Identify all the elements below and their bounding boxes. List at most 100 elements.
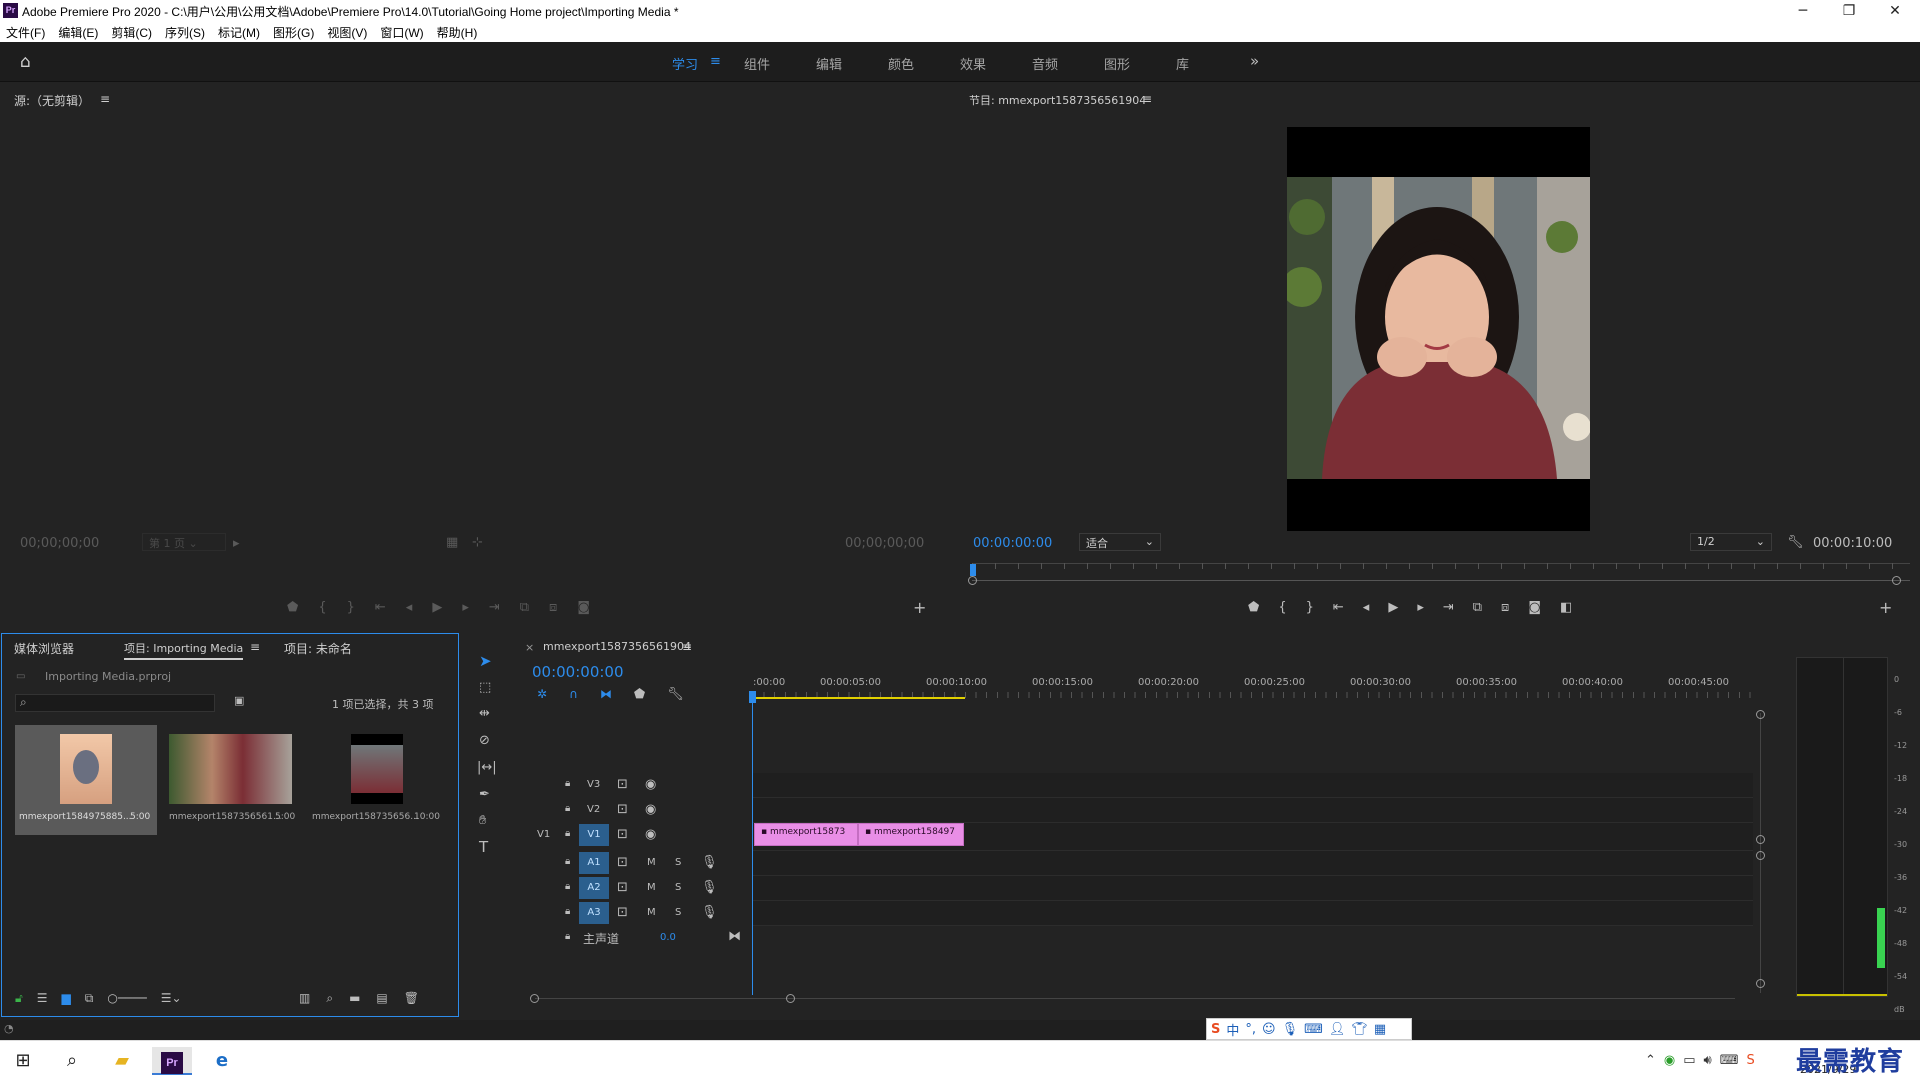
razor-tool-icon[interactable]: ⊘ [479,733,490,748]
sync-lock-icon[interactable]: ⊡ [617,855,628,870]
go-to-in-icon[interactable]: ⇤ [1333,600,1344,615]
camera-icon[interactable]: ◙ [577,600,590,615]
master-volume[interactable]: 0.0 [660,932,676,943]
icon-view-icon[interactable]: ▆ [62,991,71,1006]
v-scroll-handle[interactable] [1756,979,1765,988]
go-to-in-icon[interactable]: ⇤ [375,600,386,615]
workspace-libraries[interactable]: 库 [1176,54,1248,73]
type-tool-icon[interactable]: T [479,838,488,856]
timeline-timecode[interactable]: 00:00:00:00 [532,663,624,681]
go-to-out-icon[interactable]: ⇥ [1443,600,1454,615]
network-icon[interactable]: ▭ [1683,1053,1695,1068]
clip[interactable]: ▪ mmexport15873 [754,823,858,846]
step-forward-icon[interactable]: ▸ [462,600,469,615]
overwrite-icon[interactable]: ⧈ [549,600,557,615]
search-icon[interactable]: ⌕ [52,1047,92,1075]
step-forward-icon[interactable]: ▸ [1417,600,1424,615]
menu-markers[interactable]: 标记(M) [218,24,260,41]
ime-mode[interactable]: 中 [1226,1020,1239,1039]
extract-icon[interactable]: ⧈ [1501,600,1509,615]
project-item[interactable]: mmexport1587356561... 5:00 [160,725,302,835]
compare-icon[interactable]: ◧ [1560,600,1572,615]
track-label[interactable]: V2 [587,804,600,815]
zoom-slider[interactable]: ○──── [107,991,146,1006]
lift-icon[interactable]: ⧉ [1473,600,1482,615]
timeline-ruler[interactable]: :00:00 00:00:05:00 00:00:10:00 00:00:15:… [753,677,1753,701]
mute-button[interactable]: M [647,907,656,918]
track-label[interactable]: V1 [579,824,609,846]
timeline-h-scrollbar[interactable] [535,998,1735,999]
track-label[interactable]: A2 [579,877,609,899]
play-small-icon[interactable]: ▸ [233,536,240,551]
project-item[interactable]: mmexport1584975885... 5:00 [15,725,157,835]
workspace-assembly[interactable]: 组件 [744,54,816,73]
scroll-handle-right[interactable] [786,994,795,1003]
play-icon[interactable]: ▶ [432,600,442,615]
workspace-more-icon[interactable]: » [1250,52,1259,70]
snap-icon[interactable]: ∩ [569,687,578,702]
list-view-icon[interactable]: ☰ [37,991,48,1006]
solo-button[interactable]: S [675,907,681,918]
microphone-icon[interactable]: 🎙︎ [701,855,718,870]
minimize-icon[interactable]: ─ [1780,0,1826,22]
workspace-menu-icon[interactable]: ≡ [710,54,721,69]
menu-sequence[interactable]: 序列(S) [165,24,205,41]
zoom-handle-right[interactable] [1892,576,1901,585]
workspace-effects[interactable]: 效果 [960,54,1032,73]
find-icon[interactable]: ⌕ [326,991,333,1006]
lock-icon[interactable]: 🔒︎ [565,906,570,917]
lock-icon[interactable]: 🔒︎ [565,931,570,942]
restore-icon[interactable]: ❐ [1826,0,1872,22]
sort-icon[interactable]: ☰⌄ [161,991,182,1006]
track-label[interactable]: A3 [579,902,609,924]
wrench-icon[interactable]: 🔧︎ [1787,535,1804,550]
lock-icon[interactable]: 🔓︎ [15,991,23,1006]
punctuation-icon[interactable]: °, [1245,1022,1256,1037]
keyboard-icon[interactable]: ⌨ [1304,1022,1323,1037]
source-page-dropdown[interactable]: 第 1 页 ⌄ [142,533,226,551]
close-tab-icon[interactable]: × [525,641,534,654]
toolbox-icon[interactable]: ▦ [1374,1022,1386,1037]
zoom-fit-dropdown[interactable]: 适合 ⌄ [1079,533,1161,551]
track-label[interactable]: V3 [587,779,600,790]
edge-icon[interactable]: e [202,1047,242,1075]
ripple-edit-tool-icon[interactable]: ⇹ [479,706,490,721]
microphone-icon[interactable]: 🎙︎ [701,880,718,895]
v-scroll-handle[interactable] [1756,710,1765,719]
add-marker-icon[interactable]: ⬟ [1248,600,1259,615]
microphone-icon[interactable]: 🎙︎ [701,905,718,920]
selection-tool-icon[interactable]: ➤ [479,652,492,670]
mute-button[interactable]: M [647,882,656,893]
lock-icon[interactable]: 🔒︎ [565,828,570,839]
file-explorer-icon[interactable]: ▰ [102,1047,142,1075]
v-scroll-handle[interactable] [1756,851,1765,860]
play-icon[interactable]: ▶ [1388,600,1398,615]
trash-icon[interactable]: 🗑︎ [404,991,419,1006]
track-a1-area[interactable] [753,851,1753,876]
sequence-tab[interactable]: mmexport1587356561904 [543,640,691,653]
settings-icon[interactable]: ⊹ [472,535,483,550]
resolution-dropdown[interactable]: 1/2 ⌄ [1690,533,1772,551]
mark-in-icon[interactable]: { [1278,600,1286,615]
add-button-icon[interactable]: + [913,598,926,617]
clip[interactable]: ▪ mmexport158497 [858,823,964,846]
slip-tool-icon[interactable]: |↔| [477,760,497,775]
keyboard-icon[interactable]: ⌨ [1720,1053,1739,1068]
track-a2-area[interactable] [753,876,1753,901]
menu-view[interactable]: 视图(V) [327,24,367,41]
source-patch[interactable]: V1 [537,829,550,840]
lock-icon[interactable]: 🔒︎ [565,881,570,892]
panel-menu-icon[interactable]: ≡ [682,640,692,654]
eye-icon[interactable]: ◉ [645,777,656,792]
step-back-icon[interactable]: ◂ [406,600,413,615]
add-marker-icon[interactable]: ⬟ [634,687,645,702]
workspace-editing[interactable]: 编辑 [816,54,888,73]
panel-menu-icon[interactable]: ≡ [250,640,260,654]
track-label[interactable]: A1 [579,852,609,874]
track-a3-area[interactable] [753,901,1753,926]
zoom-scrollbar[interactable] [972,580,1910,581]
project-search-input[interactable]: ⌕ [15,694,215,712]
step-back-icon[interactable]: ◂ [1363,600,1370,615]
home-icon[interactable]: ⌂ [20,52,31,72]
export-frame-icon[interactable]: ▦ [446,535,458,550]
